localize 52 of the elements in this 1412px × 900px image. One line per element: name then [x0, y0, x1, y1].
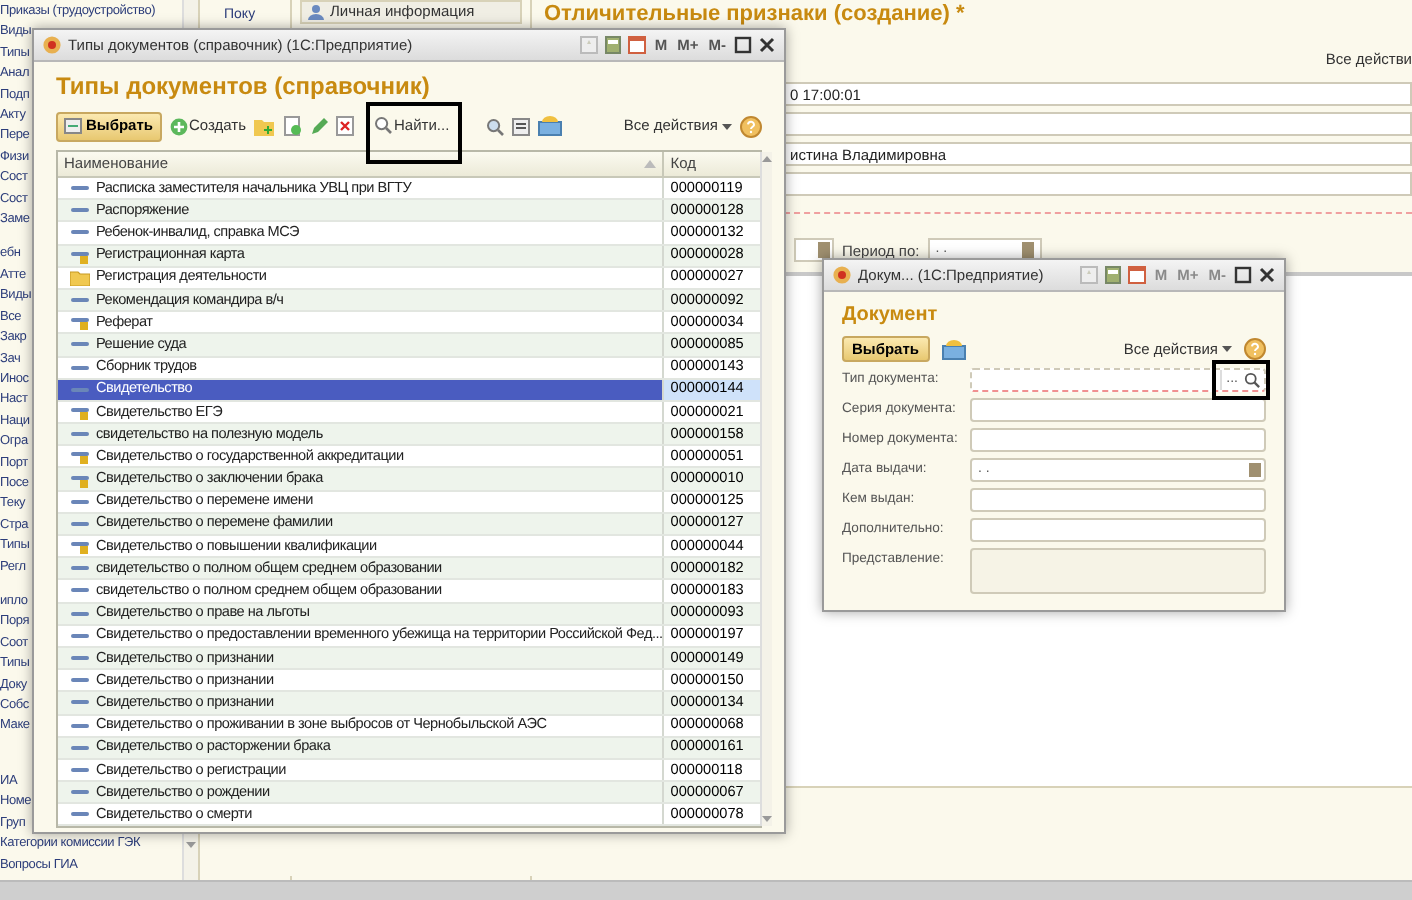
caret-icon — [722, 123, 732, 129]
person-icon — [308, 4, 324, 20]
calendar-icon[interactable] — [628, 36, 647, 54]
document-icon — [70, 471, 90, 488]
document-icon — [70, 448, 90, 465]
help-icon[interactable] — [1244, 338, 1266, 360]
scroll-down-icon[interactable] — [762, 816, 773, 823]
input-field[interactable] — [970, 518, 1266, 542]
envelope-icon[interactable] — [538, 116, 563, 136]
calculator-icon[interactable] — [1104, 266, 1123, 284]
scroll-down-icon[interactable] — [186, 842, 196, 848]
envelope-icon[interactable] — [941, 339, 965, 359]
help-icon[interactable] — [740, 115, 762, 137]
bookmark-icon[interactable] — [1080, 266, 1099, 284]
sort-arrow-icon — [644, 160, 657, 168]
bookmark-icon[interactable] — [580, 36, 599, 54]
pencil-icon[interactable] — [310, 117, 329, 135]
calendar-icon[interactable] — [1248, 462, 1262, 478]
input-field[interactable] — [784, 112, 1412, 137]
input-field[interactable] — [784, 172, 1412, 197]
document-icon — [70, 403, 90, 420]
close-icon[interactable] — [1258, 266, 1276, 284]
window-heading: Документ — [842, 304, 940, 328]
select-icon — [64, 118, 82, 134]
close-icon[interactable] — [758, 36, 776, 54]
form-title: Отличительные признаки (создание) * — [544, 2, 965, 26]
document-icon — [70, 314, 90, 331]
list-icon[interactable] — [512, 117, 531, 135]
calendar-icon[interactable] — [1021, 242, 1034, 259]
search-icon[interactable] — [486, 117, 505, 135]
date-field[interactable] — [794, 238, 834, 263]
calendar-icon[interactable] — [1128, 266, 1147, 284]
scrollbar[interactable] — [760, 152, 773, 827]
app-logo-icon — [42, 36, 62, 54]
copy-icon[interactable] — [284, 116, 303, 136]
input-field[interactable] — [970, 398, 1266, 422]
app-logo-icon — [832, 266, 852, 284]
caret-icon — [1222, 346, 1232, 352]
document-icon — [70, 247, 90, 264]
document-icon — [70, 538, 90, 555]
search-icon — [374, 116, 393, 134]
maximize-icon[interactable] — [734, 36, 752, 54]
window-heading: Типы документов (справочник) — [56, 72, 432, 100]
scroll-up-icon[interactable] — [762, 156, 773, 162]
search-icon[interactable] — [1244, 372, 1260, 388]
calculator-icon[interactable] — [604, 36, 623, 54]
new-folder-icon[interactable] — [254, 117, 277, 135]
plus-icon — [169, 117, 187, 135]
maximize-icon[interactable] — [1234, 266, 1252, 284]
input-field[interactable] — [970, 428, 1266, 452]
input-field[interactable] — [970, 488, 1266, 512]
delete-icon[interactable] — [336, 116, 355, 136]
